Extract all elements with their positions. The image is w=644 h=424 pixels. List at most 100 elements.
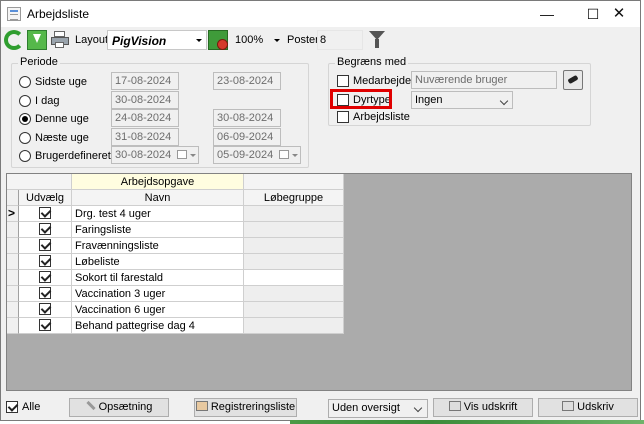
date-to-field[interactable]: 06-09-2024 (213, 128, 281, 146)
row-selector[interactable] (7, 206, 19, 222)
print-icon (562, 401, 575, 411)
lobegruppe-cell[interactable] (244, 238, 344, 254)
row-selector[interactable] (7, 254, 19, 270)
date-picker-to[interactable]: 05-09-2024 (213, 146, 301, 164)
arbejdsliste-label: Arbejdsliste (353, 111, 410, 123)
printer-icon[interactable] (50, 30, 70, 50)
chevron-down-icon (292, 154, 298, 157)
preview-icon (448, 401, 461, 411)
arbejdsliste-checkbox[interactable] (337, 111, 349, 123)
radio-label: Næste uge (35, 132, 89, 144)
udvaelg-cell (19, 238, 72, 254)
date-to-field[interactable]: 23-08-2024 (213, 72, 281, 90)
oversigt-select[interactable]: Uden oversigt (328, 399, 428, 418)
col-header-udvaelg[interactable]: Udvælg (19, 190, 72, 206)
vis-udskrift-label: Vis udskrift (463, 401, 518, 413)
header-row-selector (7, 190, 19, 206)
begraens-legend: Begræns med (335, 56, 409, 68)
medarbejder-checkbox[interactable] (337, 75, 349, 87)
lobegruppe-cell[interactable] (244, 222, 344, 238)
udvaelg-checkbox[interactable] (39, 239, 51, 251)
radio-denne-uge[interactable] (19, 113, 31, 125)
navn-cell[interactable]: Behand pattegrise dag 4 (72, 318, 244, 334)
lobegruppe-cell[interactable] (244, 254, 344, 270)
navn-cell[interactable]: Fravænningsliste (72, 238, 244, 254)
zoom-value: 100% (235, 34, 264, 46)
wrench-icon (85, 400, 96, 411)
registreringsliste-button[interactable]: Registreringsliste (194, 398, 297, 417)
bottom-bar: Alle Opsætning Registreringsliste Uden o… (1, 395, 640, 419)
alle-checkbox[interactable] (6, 401, 18, 413)
app-icon (7, 7, 21, 21)
navn-cell[interactable]: Sokort til farestald (72, 270, 244, 286)
toolbar: Layout PigVision 100% Poster 8 (1, 27, 640, 53)
row-selector[interactable] (7, 302, 19, 318)
chevron-down-icon (190, 154, 196, 157)
radio-brugerdefineret[interactable] (19, 150, 31, 162)
row-selector[interactable] (7, 222, 19, 238)
calendar-icon (279, 150, 289, 159)
date-from-field[interactable]: 17-08-2024 (111, 72, 179, 90)
layout-settings-icon[interactable] (208, 30, 228, 50)
udskriv-button[interactable]: Udskriv (538, 398, 638, 417)
radio-sidste-uge[interactable] (19, 76, 31, 88)
lobegruppe-cell[interactable] (244, 286, 344, 302)
layout-value: PigVision (112, 34, 167, 48)
window-title: Arbejdsliste (27, 7, 90, 21)
minimize-button[interactable]: — (524, 1, 570, 27)
key-icon[interactable] (563, 70, 583, 90)
lobegruppe-cell[interactable] (244, 302, 344, 318)
group-header-empty (244, 174, 344, 190)
row-selector[interactable] (7, 238, 19, 254)
zoom-select[interactable]: 100% (232, 30, 284, 50)
close-button[interactable]: ✕ (596, 1, 642, 27)
calendar-icon (177, 150, 187, 159)
date-picker-from[interactable]: 30-08-2024 (111, 146, 199, 164)
navn-cell[interactable]: Vaccination 3 uger (72, 286, 244, 302)
dyrtype-highlight (330, 89, 392, 109)
periode-legend: Periode (18, 56, 60, 68)
date-to-field[interactable]: 30-08-2024 (213, 109, 281, 127)
row-selector[interactable] (7, 270, 19, 286)
row-selector[interactable] (7, 318, 19, 334)
date-from-field[interactable]: 24-08-2024 (111, 109, 179, 127)
radio-i-dag[interactable] (19, 95, 31, 107)
col-header-navn[interactable]: Navn (72, 190, 244, 206)
title-bar: Arbejdsliste — ☐ ✕ (1, 1, 640, 27)
download-icon[interactable] (27, 30, 47, 50)
dyrtype-value: Ingen (415, 94, 443, 106)
udvaelg-checkbox[interactable] (39, 303, 51, 315)
opsaetning-button[interactable]: Opsætning (69, 398, 169, 417)
navn-cell[interactable]: Faringsliste (72, 222, 244, 238)
radio-naeste-uge[interactable] (19, 132, 31, 144)
udvaelg-checkbox[interactable] (39, 207, 51, 219)
medarbejder-label: Medarbejder (353, 75, 415, 87)
navn-cell[interactable]: Drg. test 4 uger (72, 206, 244, 222)
udvaelg-checkbox[interactable] (39, 287, 51, 299)
udvaelg-checkbox[interactable] (39, 271, 51, 283)
arbejdsliste-window: Arbejdsliste — ☐ ✕ Layout PigVision 100%… (0, 0, 641, 421)
udvaelg-checkbox[interactable] (39, 319, 51, 331)
date-from-field[interactable]: 31-08-2024 (111, 128, 179, 146)
radio-label: Denne uge (35, 113, 89, 125)
udvaelg-checkbox[interactable] (39, 223, 51, 235)
udvaelg-checkbox[interactable] (39, 255, 51, 267)
navn-cell[interactable]: Vaccination 6 uger (72, 302, 244, 318)
layout-select[interactable]: PigVision (107, 30, 207, 50)
medarbejder-field[interactable]: Nuværende bruger (411, 71, 557, 89)
periode-group: Periode Sidste uge 17-08-2024 23-08-2024… (11, 56, 309, 168)
filter-icon[interactable] (369, 31, 385, 48)
col-header-lobegruppe[interactable]: Løbegruppe (244, 190, 344, 206)
navn-cell[interactable]: Løbeliste (72, 254, 244, 270)
vis-udskrift-button[interactable]: Vis udskrift (433, 398, 533, 417)
oversigt-value: Uden oversigt (332, 402, 400, 414)
dyrtype-select[interactable]: Ingen (411, 91, 513, 109)
layout-label: Layout (75, 34, 109, 46)
lobegruppe-cell[interactable] (244, 318, 344, 334)
chevron-down-icon (413, 403, 423, 413)
refresh-icon[interactable] (4, 30, 24, 50)
row-selector[interactable] (7, 286, 19, 302)
lobegruppe-cell[interactable] (244, 206, 344, 222)
lobegruppe-cell[interactable] (244, 270, 344, 286)
date-from-field[interactable]: 30-08-2024 (111, 91, 179, 109)
